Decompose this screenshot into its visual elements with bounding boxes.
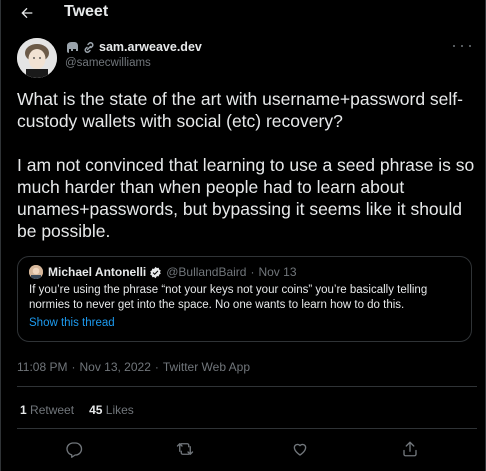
divider <box>17 386 477 387</box>
author-name-line[interactable]: sam.arweave.dev <box>65 40 202 54</box>
tweet-date[interactable]: Nov 13, 2022 <box>79 360 150 374</box>
action-bar <box>1 438 486 462</box>
elephant-icon <box>65 41 79 54</box>
divider <box>17 428 477 429</box>
share-icon[interactable] <box>399 438 421 460</box>
engagement-stats: 1 Retweet 45 Likes <box>20 403 134 417</box>
tweet-metadata: 11:08 PM · Nov 13, 2022 · Twitter Web Ap… <box>17 360 250 374</box>
retweets-count: 1 <box>20 403 27 417</box>
quoted-tweet-text: If you’re using the phrase “not your key… <box>29 284 428 311</box>
retweet-icon[interactable] <box>174 438 196 460</box>
tweet-text: What is the state of the art with userna… <box>17 88 477 242</box>
quoted-avatar <box>29 265 43 279</box>
verified-badge-icon <box>149 266 162 279</box>
author-block: sam.arweave.dev @samecwilliams <box>65 40 202 69</box>
more-options-icon[interactable] <box>453 40 471 52</box>
author-handle[interactable]: @samecwilliams <box>65 57 202 69</box>
page-title: Tweet <box>64 3 109 20</box>
quoted-tweet-header: Michael Antonelli @BullandBaird · Nov 13 <box>29 265 460 279</box>
retweets-stat[interactable]: 1 Retweet <box>20 403 74 417</box>
tweet-page: Tweet sam.arweave.dev @samecwilliams Wha… <box>0 0 486 471</box>
tweet-paragraph-2: I am not convinced that learning to use … <box>17 155 475 241</box>
show-thread-link[interactable]: Show this thread <box>29 317 115 329</box>
quoted-author-name: Michael Antonelli <box>48 265 147 279</box>
author-display-name: sam.arweave.dev <box>99 40 202 54</box>
quoted-tweet-card[interactable]: Michael Antonelli @BullandBaird · Nov 13… <box>17 256 472 342</box>
likes-label: Likes <box>105 403 134 417</box>
like-icon[interactable] <box>289 438 311 460</box>
link-icon <box>82 41 96 54</box>
reply-icon[interactable] <box>63 438 85 460</box>
tweet-paragraph-1: What is the state of the art with userna… <box>17 89 463 131</box>
meta-separator-1: · <box>71 360 76 374</box>
meta-separator-2: · <box>154 360 159 374</box>
page-header: Tweet <box>1 0 485 26</box>
back-arrow-icon[interactable] <box>17 3 37 23</box>
retweets-label: Retweet <box>30 403 75 417</box>
quoted-date: Nov 13 <box>258 265 297 279</box>
quoted-author-handle: @BullandBaird <box>166 265 247 279</box>
tweet-time[interactable]: 11:08 PM <box>17 360 67 374</box>
likes-count: 45 <box>89 403 103 417</box>
avatar[interactable] <box>17 38 57 78</box>
likes-stat[interactable]: 45 Likes <box>89 403 134 417</box>
tweet-source: Twitter Web App <box>162 360 251 374</box>
quoted-separator: · <box>250 265 255 279</box>
